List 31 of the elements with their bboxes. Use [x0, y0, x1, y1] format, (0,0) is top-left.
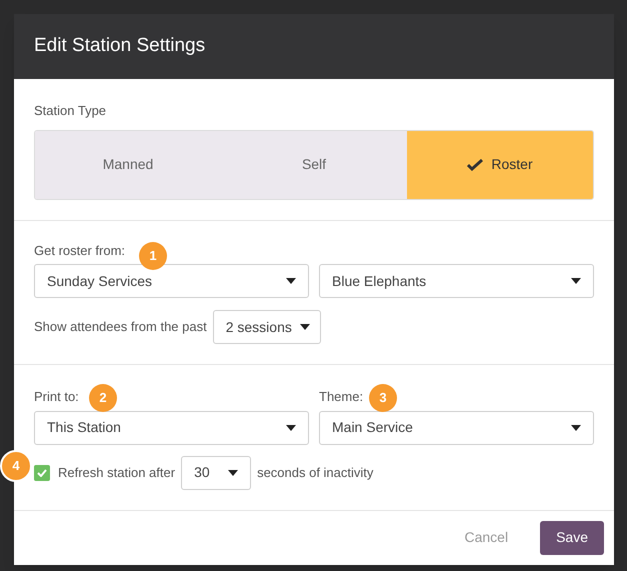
checkmark-icon [467, 158, 484, 170]
save-button[interactable]: Save [540, 520, 604, 554]
dropdown[interactable]: 2 sessions [212, 310, 321, 344]
checkbox-label: Refresh station after [58, 464, 176, 482]
segment-tab[interactable]: Self [221, 130, 407, 198]
step-badge: 2 [89, 384, 117, 412]
dropdown[interactable]: This Station [34, 410, 309, 444]
dropdown[interactable]: Blue Elephants [319, 264, 594, 298]
segment-tab[interactable]: Roster [407, 130, 593, 198]
field-label: seconds of inactivity [257, 464, 374, 482]
field-label: Show attendees from the past [34, 318, 207, 336]
caret-icon [286, 424, 296, 430]
checkbox[interactable] [34, 464, 50, 480]
dialog-title: Edit Station Settings [34, 34, 206, 58]
field-label: Theme: [319, 388, 364, 406]
field-label: Station Type [34, 102, 108, 120]
caret-icon [228, 470, 238, 476]
dropdown[interactable]: Main Service [319, 410, 594, 444]
caret-icon [571, 424, 581, 430]
step-badge: 4 [0, 450, 32, 482]
field-label: Get roster from: [34, 242, 126, 260]
check-icon [37, 468, 47, 476]
dropdown[interactable]: Sunday Services [34, 264, 309, 298]
step-badge: 3 [369, 384, 397, 412]
dropdown[interactable]: 30 [181, 456, 252, 490]
caret-icon [300, 324, 310, 330]
step-badge: 1 [139, 242, 167, 270]
caret-icon [571, 278, 581, 284]
field-label: Print to: [34, 388, 79, 406]
caret-icon [286, 278, 296, 284]
segment-tab[interactable]: Manned [35, 130, 221, 198]
